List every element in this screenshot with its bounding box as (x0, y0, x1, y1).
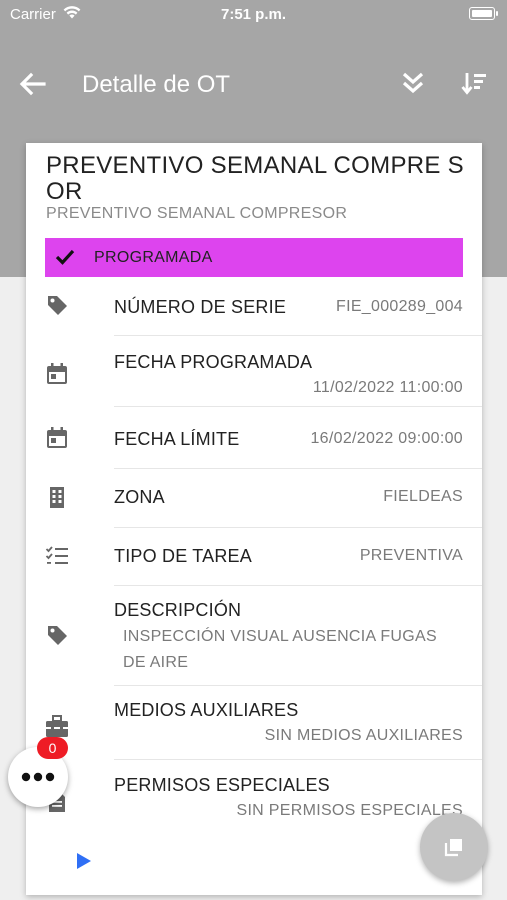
more-dots-icon (21, 772, 55, 782)
field-label: MEDIOS AUXILIARES (114, 700, 299, 720)
field-value: FIELDEAS (383, 488, 463, 505)
field-row-task-type: TIPO DE TAREA PREVENTIVA (26, 528, 482, 586)
status-banner: PROGRAMADA (45, 238, 463, 277)
work-order-subtitle: PREVENTIVO SEMANAL COMPRESOR (46, 205, 348, 222)
battery-icon (469, 7, 498, 20)
expand-all-icon[interactable] (400, 70, 426, 96)
field-value: 11/02/2022 11:00:00 (312, 379, 463, 396)
field-label: TIPO DE TAREA (114, 546, 252, 566)
status-bar: Carrier 7:51 p.m. (0, 0, 507, 30)
field-row-zone: ZONA FIELDEAS (26, 469, 482, 528)
field-value: SIN PERMISOS ESPECIALES (236, 802, 463, 819)
work-order-card: PREVENTIVO SEMANAL COMPRE SOR PREVENTIVO… (26, 143, 482, 895)
app-bar: Detalle de OT (0, 60, 507, 110)
field-value: 16/02/2022 09:00:00 (310, 430, 463, 447)
calendar-icon (47, 363, 67, 384)
field-row-serial-number: NÚMERO DE SERIE FIE_000289_004 (26, 283, 482, 336)
checklist-icon (45, 546, 68, 564)
toolbox-icon (46, 715, 68, 737)
copy-button[interactable] (420, 813, 488, 881)
field-row-due-date: FECHA LÍMITE 16/02/2022 09:00:00 (26, 407, 482, 469)
tag-icon (48, 626, 67, 645)
check-icon (55, 249, 75, 265)
card-footer (26, 839, 482, 895)
clock: 7:51 p.m. (220, 6, 287, 23)
sort-icon[interactable] (460, 70, 488, 96)
field-label: ZONA (114, 487, 165, 507)
work-order-title: PREVENTIVO SEMANAL COMPRE SOR (46, 152, 464, 205)
copy-icon (444, 839, 462, 857)
back-arrow-icon[interactable] (18, 72, 46, 96)
field-value: FIE_000289_004 (336, 298, 463, 315)
notification-badge: 0 (37, 737, 68, 759)
play-icon[interactable] (76, 852, 92, 870)
status-label: PROGRAMADA (94, 249, 213, 266)
field-label: NÚMERO DE SERIE (114, 297, 287, 317)
field-row-scheduled-date: FECHA PROGRAMADA 11/02/2022 11:00:00 (26, 336, 482, 407)
field-row-auxiliary-means: MEDIOS AUXILIARES SIN MEDIOS AUXILIARES (26, 686, 482, 760)
calendar-icon (47, 427, 67, 448)
field-value: INSPECCIÓN VISUAL AUSENCIA FUGAS DE AIRE (123, 628, 437, 671)
field-label: FECHA LÍMITE (114, 429, 240, 449)
building-icon (50, 487, 64, 508)
field-label: DESCRIPCIÓN (114, 600, 242, 620)
field-row-special-permits: PERMISOS ESPECIALES SIN PERMISOS ESPECIA… (26, 760, 482, 836)
page-title: Detalle de OT (82, 71, 231, 98)
field-row-description: DESCRIPCIÓN INSPECCIÓN VISUAL AUSENCIA F… (26, 586, 482, 686)
tag-icon (48, 296, 67, 315)
field-label: FECHA PROGRAMADA (114, 352, 313, 372)
field-label: PERMISOS ESPECIALES (114, 775, 330, 795)
field-value: PREVENTIVA (359, 547, 463, 564)
field-value: SIN MEDIOS AUXILIARES (264, 727, 463, 744)
